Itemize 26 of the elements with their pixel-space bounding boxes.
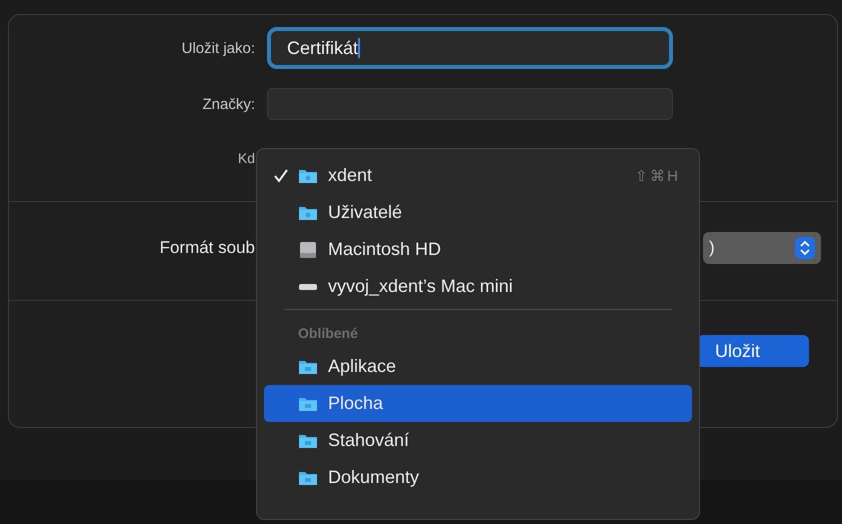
format-popup[interactable]: ) bbox=[703, 232, 821, 264]
computer-icon bbox=[298, 282, 318, 290]
filename-field[interactable]: Certifikát bbox=[267, 27, 673, 69]
folder-icon bbox=[298, 396, 318, 412]
folder-icon bbox=[298, 168, 318, 184]
folder-icon bbox=[298, 432, 318, 448]
field-label: Formát soub bbox=[158, 238, 256, 258]
field-label: Kd bbox=[236, 150, 256, 166]
folder-icon bbox=[298, 204, 318, 220]
menu-item[interactable]: vyvoj_xdent’s Mac mini bbox=[264, 268, 692, 305]
field-label: Značky: bbox=[201, 96, 256, 112]
menu-item[interactable]: Plocha bbox=[264, 385, 692, 422]
checkmark-icon bbox=[274, 168, 288, 182]
folder-icon bbox=[298, 470, 318, 486]
save-button[interactable]: Uložit bbox=[697, 335, 809, 367]
stepper-icon bbox=[795, 237, 815, 259]
field-label: Uložit jako: bbox=[180, 40, 256, 56]
folder-icon bbox=[298, 358, 318, 374]
tags-field[interactable] bbox=[267, 88, 673, 120]
menu-item[interactable]: Aplikace bbox=[264, 348, 692, 385]
menu-item[interactable]: Dokumenty bbox=[264, 459, 692, 496]
section-header: Oblíbené bbox=[297, 324, 359, 343]
menu-item[interactable]: Stahování bbox=[264, 422, 692, 459]
menu-item[interactable]: xdent ⇧⌘H bbox=[264, 157, 692, 194]
menu-item[interactable]: Macintosh HD bbox=[264, 231, 692, 268]
menu-item[interactable]: Uživatelé bbox=[264, 194, 692, 231]
